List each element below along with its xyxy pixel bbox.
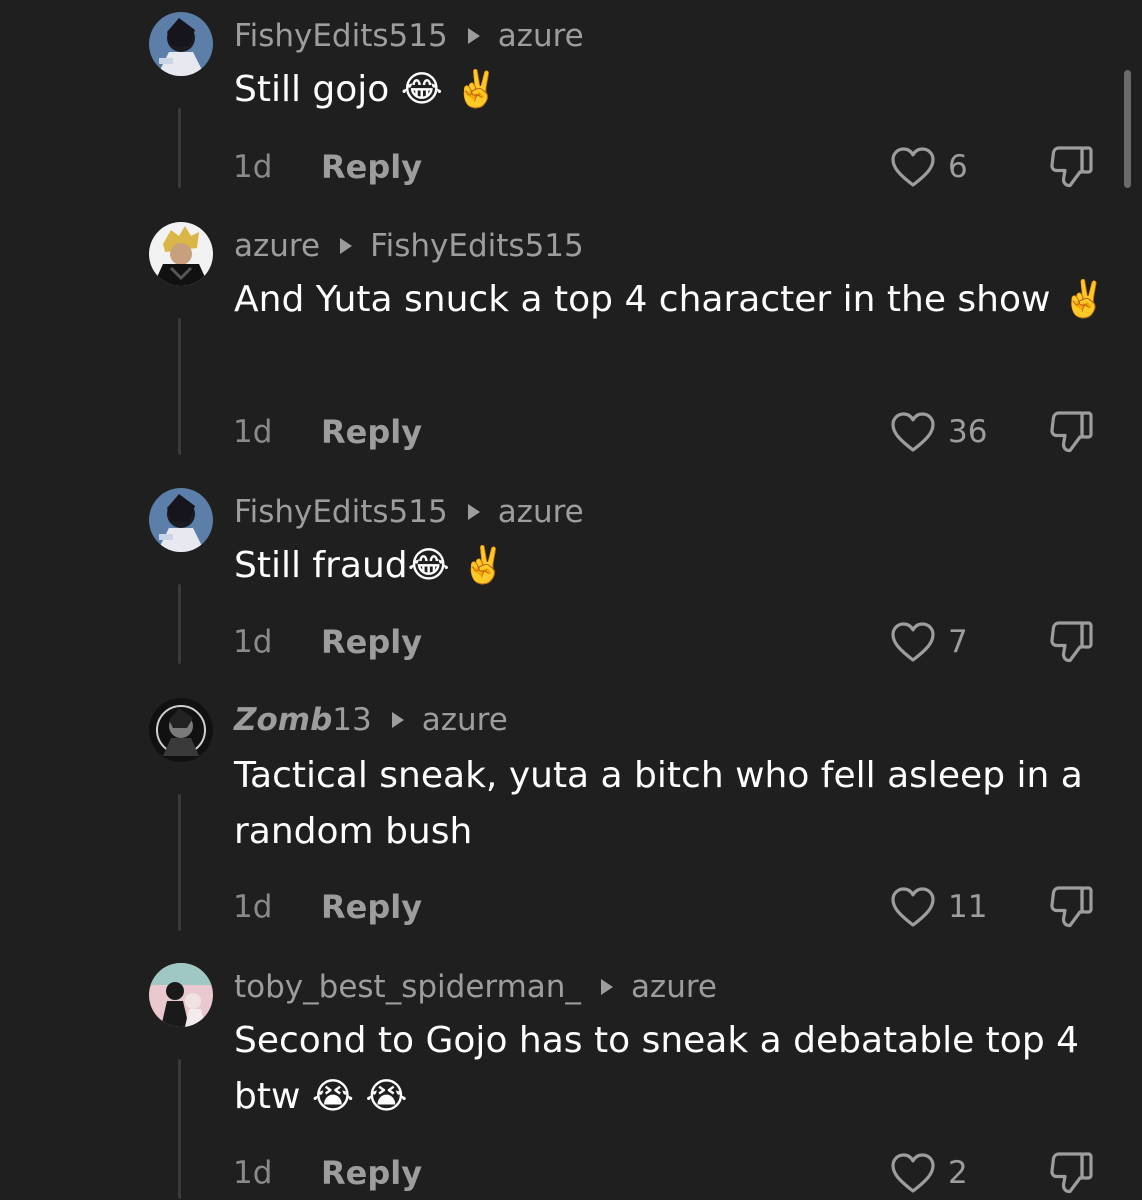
heart-outline-icon bbox=[891, 887, 935, 927]
reply-button[interactable]: Reply bbox=[321, 147, 422, 187]
like-count: 6 bbox=[948, 149, 968, 185]
comment-header: FishyEdits515 azure bbox=[234, 492, 584, 532]
thread-line bbox=[178, 318, 181, 455]
like-count: 11 bbox=[948, 889, 988, 925]
author-name-styled[interactable]: Zomb bbox=[234, 700, 332, 740]
comment-time: 1d bbox=[233, 149, 273, 185]
comment-time: 1d bbox=[233, 624, 273, 660]
comment-header: Zomb 13 azure bbox=[234, 700, 508, 740]
triangle-right-icon bbox=[467, 504, 480, 520]
thumbs-down-outline-icon bbox=[1050, 1152, 1093, 1194]
reply-to-name[interactable]: azure bbox=[422, 700, 508, 740]
triangle-right-icon bbox=[340, 238, 353, 254]
like-count: 2 bbox=[948, 1155, 968, 1191]
reply-button[interactable]: Reply bbox=[321, 887, 422, 927]
avatar[interactable] bbox=[149, 488, 213, 552]
like-button[interactable]: 6 bbox=[890, 144, 968, 190]
comment-time: 1d bbox=[233, 414, 273, 450]
triangle-right-icon bbox=[467, 28, 480, 44]
triangle-right-icon bbox=[600, 979, 613, 995]
comment-time: 1d bbox=[233, 889, 273, 925]
avatar[interactable] bbox=[149, 12, 213, 76]
heart-outline-icon bbox=[891, 1153, 935, 1193]
comment-time: 1d bbox=[233, 1155, 273, 1191]
reply-to-name[interactable]: FishyEdits515 bbox=[370, 226, 584, 266]
like-button[interactable]: 36 bbox=[890, 409, 987, 455]
avatar[interactable] bbox=[149, 963, 213, 1027]
author-name[interactable]: FishyEdits515 bbox=[234, 16, 448, 56]
heart-outline-icon bbox=[891, 147, 935, 187]
thread-line bbox=[178, 794, 181, 931]
like-button[interactable]: 11 bbox=[890, 884, 987, 930]
dislike-button[interactable] bbox=[1049, 884, 1095, 930]
thumbs-down-outline-icon bbox=[1050, 411, 1093, 453]
comment-header: FishyEdits515 azure bbox=[234, 16, 584, 56]
thumbs-down-outline-icon bbox=[1050, 621, 1093, 663]
triangle-right-icon bbox=[391, 712, 404, 728]
dislike-button[interactable] bbox=[1049, 144, 1095, 190]
comment-header: azure FishyEdits515 bbox=[234, 226, 584, 266]
heart-outline-icon bbox=[891, 412, 935, 452]
like-count: 36 bbox=[948, 414, 988, 450]
thread-line bbox=[178, 1059, 181, 1199]
like-count: 7 bbox=[948, 624, 968, 660]
reply-to-name[interactable]: azure bbox=[498, 16, 584, 56]
dislike-button[interactable] bbox=[1049, 409, 1095, 455]
author-name[interactable]: toby_best_spiderman_ bbox=[234, 967, 581, 1007]
avatar[interactable] bbox=[149, 698, 213, 762]
author-name[interactable]: FishyEdits515 bbox=[234, 492, 448, 532]
comment-text: Still gojo 😂 ✌️ bbox=[234, 69, 500, 110]
comment-text: Still fraud😂 ✌️ bbox=[234, 545, 506, 586]
avatar[interactable] bbox=[149, 222, 213, 286]
reply-to-name[interactable]: azure bbox=[498, 492, 584, 532]
heart-outline-icon bbox=[891, 622, 935, 662]
thumbs-down-outline-icon bbox=[1050, 146, 1093, 188]
comment-text: Tactical sneak, yuta a bitch who fell as… bbox=[234, 755, 1083, 852]
like-button[interactable]: 7 bbox=[890, 619, 968, 665]
author-name[interactable]: azure bbox=[234, 226, 320, 266]
thread-line bbox=[178, 108, 181, 188]
reply-button[interactable]: Reply bbox=[321, 1153, 422, 1193]
scrollbar[interactable] bbox=[1124, 70, 1131, 188]
comment-text: Second to Gojo has to sneak a debatable … bbox=[234, 1020, 1080, 1117]
comment-text: And Yuta snuck a top 4 character in the … bbox=[234, 279, 1107, 320]
reply-button[interactable]: Reply bbox=[321, 622, 422, 662]
dislike-button[interactable] bbox=[1049, 1150, 1095, 1196]
author-name-suffix[interactable]: 13 bbox=[332, 700, 371, 740]
comment-header: toby_best_spiderman_ azure bbox=[234, 967, 717, 1007]
like-button[interactable]: 2 bbox=[890, 1150, 968, 1196]
reply-to-name[interactable]: azure bbox=[631, 967, 717, 1007]
thumbs-down-outline-icon bbox=[1050, 886, 1093, 928]
dislike-button[interactable] bbox=[1049, 619, 1095, 665]
thread-line bbox=[178, 584, 181, 664]
reply-button[interactable]: Reply bbox=[321, 412, 422, 452]
